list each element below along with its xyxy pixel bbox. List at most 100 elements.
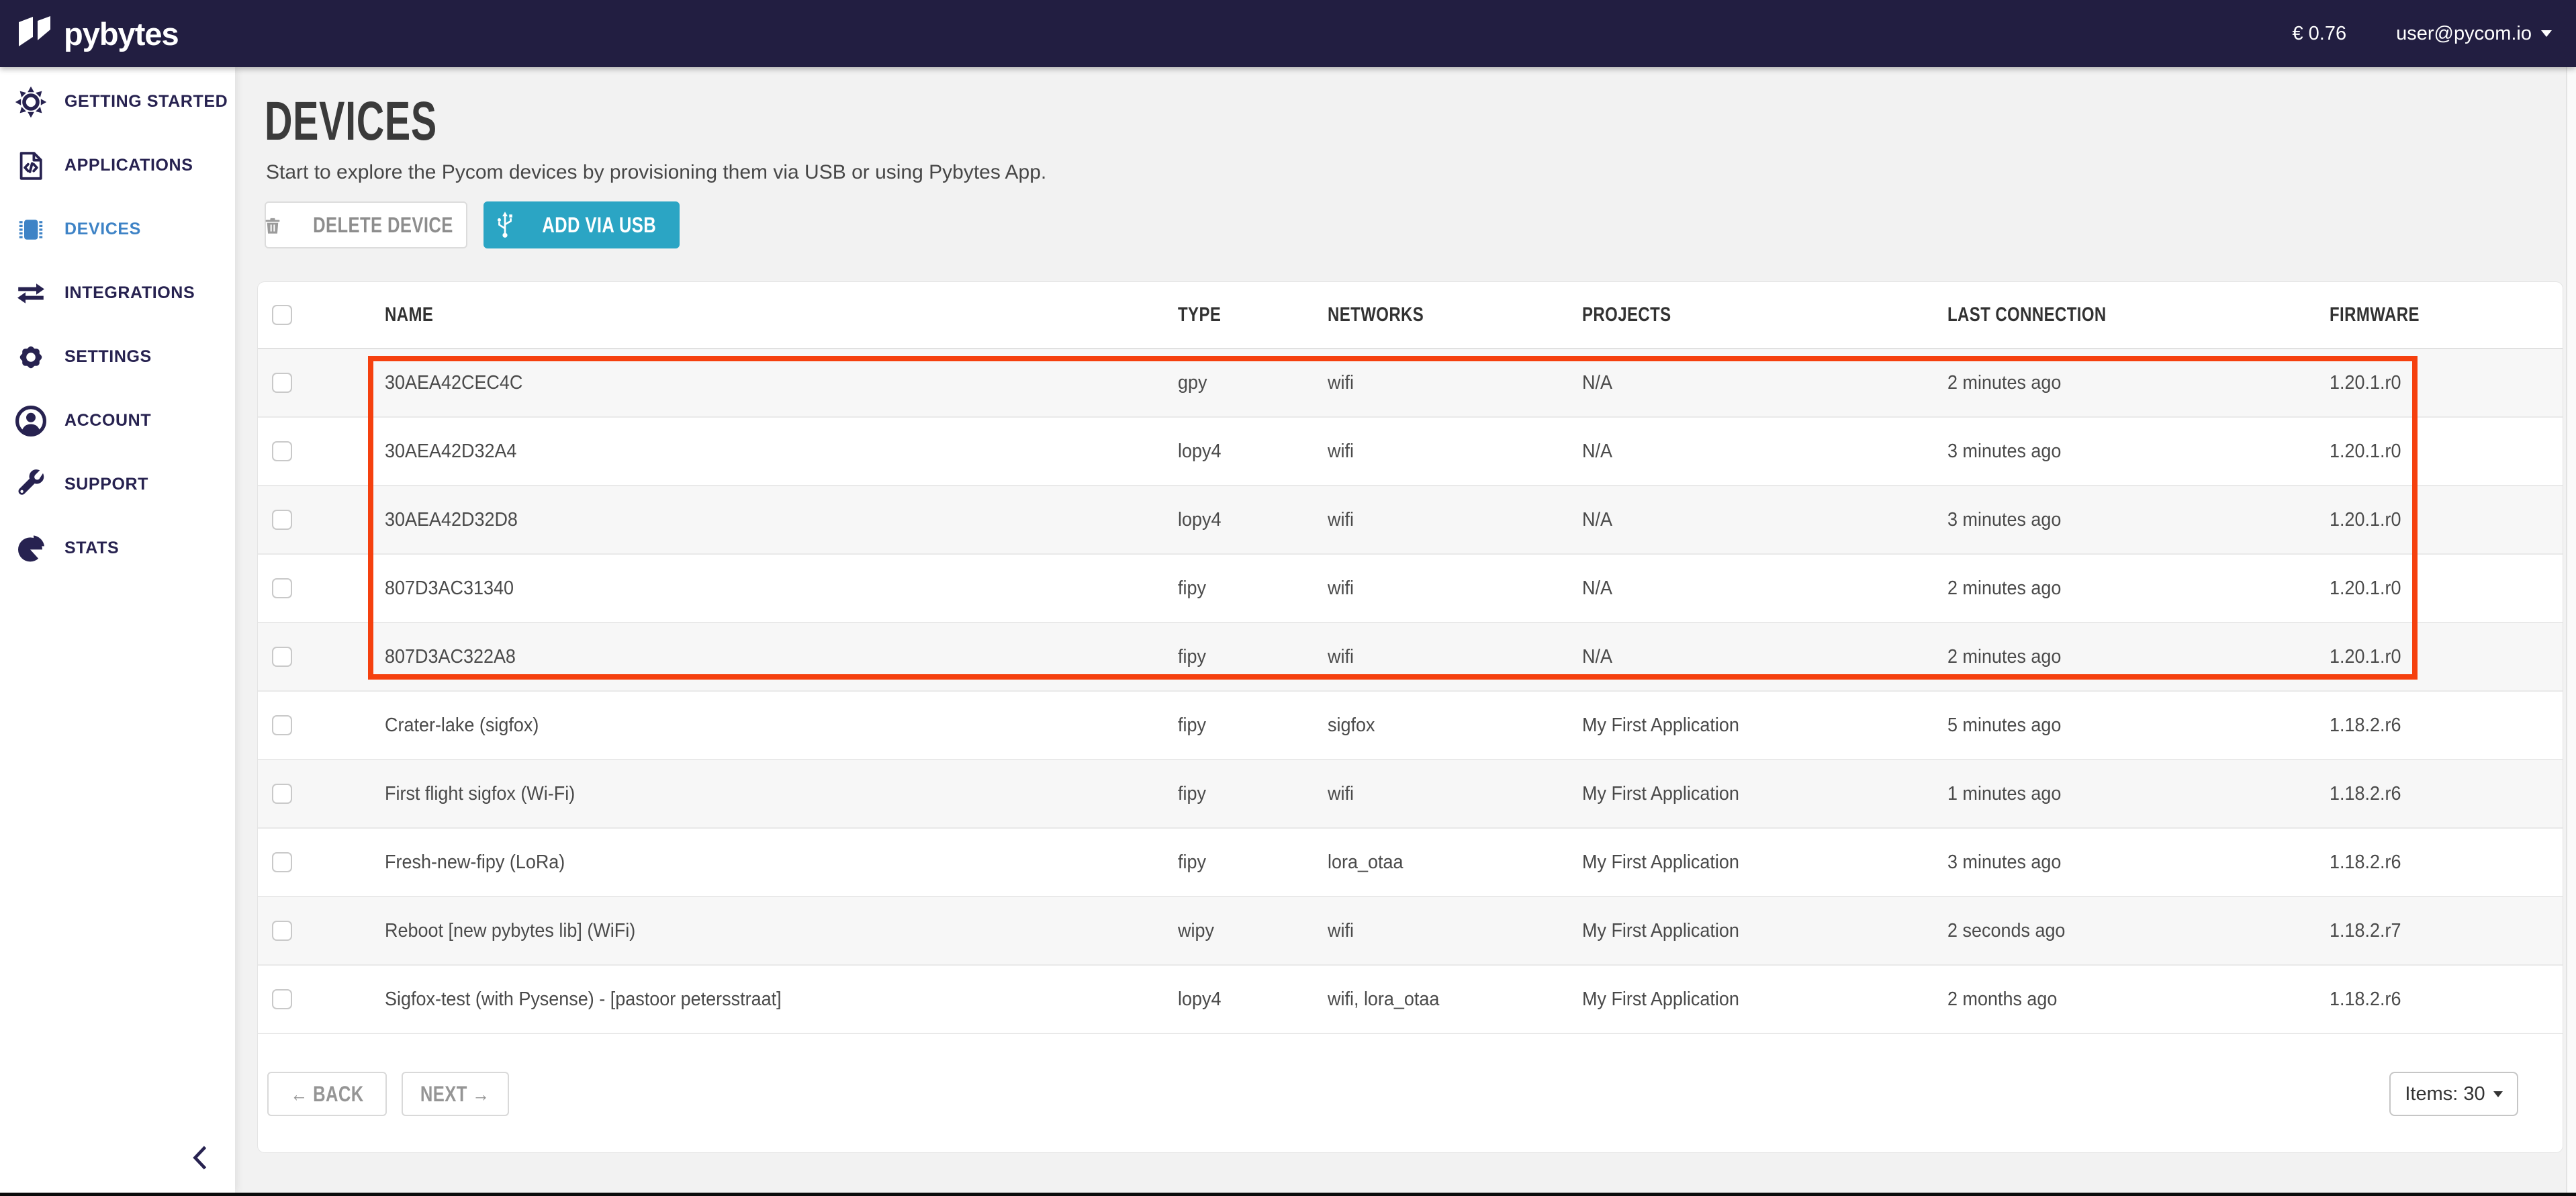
top-navbar: pybytes € 0.76 user@pycom.io	[0, 0, 2576, 67]
sidebar-item-devices[interactable]: DEVICES	[0, 197, 235, 261]
sidebar-item-label: INTEGRATIONS	[64, 283, 195, 303]
cell-last-connection: 3 minutes ago	[1947, 441, 2330, 463]
table-row[interactable]: Reboot [new pybytes lib] (WiFi)wipywifiM…	[258, 897, 2563, 966]
table-row[interactable]: 30AEA42CEC4CgpywifiN/A2 minutes ago1.20.…	[258, 349, 2563, 418]
caret-down-icon	[2493, 1091, 2503, 1097]
cell-networks: wifi	[1328, 578, 1582, 600]
table-row[interactable]: Fresh-new-fipy (LoRa)fipylora_otaaMy Fir…	[258, 829, 2563, 897]
pie-chart-icon	[15, 533, 47, 565]
column-header-name: NAME	[385, 304, 1178, 326]
row-checkbox[interactable]	[272, 647, 292, 667]
sidebar-nav: GETTING STARTEDAPPLICATIONSDEVICES INTEGR…	[0, 67, 235, 580]
row-checkbox[interactable]	[272, 578, 292, 598]
cell-last-connection: 3 minutes ago	[1947, 509, 2330, 531]
row-checkbox[interactable]	[272, 510, 292, 530]
row-checkbox[interactable]	[272, 921, 292, 941]
row-checkbox[interactable]	[272, 989, 292, 1009]
row-checkbox[interactable]	[272, 852, 292, 872]
select-all-checkbox[interactable]	[272, 305, 292, 325]
cell-type: lopy4	[1178, 509, 1328, 531]
sidebar-item-account[interactable]: ACCOUNT	[0, 389, 235, 453]
sidebar-item-getting-started[interactable]: GETTING STARTED	[0, 70, 235, 134]
cell-networks: wifi	[1328, 372, 1582, 394]
cell-last-connection: 2 seconds ago	[1947, 920, 2330, 942]
back-button[interactable]: ← BACK	[267, 1072, 387, 1116]
cell-name: Sigfox-test (with Pysense) - [pastoor pe…	[385, 988, 1178, 1011]
add-via-usb-button[interactable]: ADD VIA USB	[484, 201, 680, 248]
user-menu[interactable]: user@pycom.io	[2396, 23, 2552, 45]
code-file-icon	[15, 150, 47, 182]
chevron-down-icon	[2541, 30, 2552, 37]
row-checkbox-cell	[258, 715, 385, 735]
cell-name: Reboot [new pybytes lib] (WiFi)	[385, 920, 1178, 942]
cell-projects: My First Application	[1582, 715, 1947, 737]
cell-networks: sigfox	[1328, 715, 1582, 737]
row-checkbox[interactable]	[272, 784, 292, 804]
cell-last-connection: 2 minutes ago	[1947, 646, 2330, 668]
cell-networks: wifi	[1328, 646, 1582, 668]
table-row[interactable]: 807D3AC322A8fipywifiN/A2 minutes ago1.20…	[258, 623, 2563, 692]
cell-type: gpy	[1178, 372, 1328, 394]
cell-name: 30AEA42D32A4	[385, 441, 1178, 463]
cell-firmware: 1.20.1.r0	[2330, 372, 2563, 394]
cell-name: 807D3AC322A8	[385, 646, 1178, 668]
cell-last-connection: 1 minutes ago	[1947, 783, 2330, 805]
page-description: Start to explore the Pycom devices by pr…	[266, 161, 1046, 184]
logo-text: pybytes	[64, 15, 179, 52]
cell-projects: N/A	[1582, 372, 1947, 394]
wrench-icon	[15, 469, 47, 501]
cell-networks: wifi	[1328, 509, 1582, 531]
sidebar-item-support[interactable]: SUPPORT	[0, 453, 235, 516]
table-row[interactable]: 807D3AC31340fipywifiN/A2 minutes ago1.20…	[258, 555, 2563, 623]
sidebar-item-integrations[interactable]: INTEGRATIONS	[0, 261, 235, 325]
sidebar-collapse-button[interactable]	[185, 1143, 215, 1175]
devices-table-card: NAME TYPE NETWORKS PROJECTS LAST CONNECT…	[258, 282, 2563, 1152]
window-bottom-edge	[0, 1193, 2576, 1196]
gear-icon	[15, 341, 47, 373]
items-per-page-dropdown[interactable]: Items: 30	[2389, 1072, 2518, 1116]
pagination: ← BACK NEXT →	[267, 1072, 509, 1116]
row-checkbox-cell	[258, 510, 385, 530]
sidebar-item-label: SETTINGS	[64, 347, 152, 367]
scrollbar[interactable]	[2566, 67, 2576, 1193]
table-body: 30AEA42CEC4CgpywifiN/A2 minutes ago1.20.…	[258, 349, 2563, 1034]
next-button[interactable]: NEXT →	[402, 1072, 509, 1116]
sidebar-item-settings[interactable]: SETTINGS	[0, 325, 235, 389]
table-row[interactable]: 30AEA42D32D8lopy4wifiN/A3 minutes ago1.2…	[258, 486, 2563, 555]
cell-last-connection: 3 minutes ago	[1947, 852, 2330, 874]
cell-firmware: 1.18.2.r6	[2330, 852, 2563, 874]
cell-type: lopy4	[1178, 441, 1328, 463]
cell-firmware: 1.20.1.r0	[2330, 578, 2563, 600]
row-checkbox[interactable]	[272, 715, 292, 735]
page-title: DEVICES	[265, 90, 511, 153]
row-checkbox[interactable]	[272, 441, 292, 461]
table-row[interactable]: First flight sigfox (Wi-Fi)fipywifiMy Fi…	[258, 760, 2563, 829]
cell-firmware: 1.18.2.r6	[2330, 988, 2563, 1011]
sidebar-item-applications[interactable]: APPLICATIONS	[0, 134, 235, 197]
table-row[interactable]: Crater-lake (sigfox)fipysigfoxMy First A…	[258, 692, 2563, 760]
column-header-projects: PROJECTS	[1582, 304, 1947, 326]
cell-name: 30AEA42CEC4C	[385, 372, 1178, 394]
cell-type: fipy	[1178, 783, 1328, 805]
pycom-flags-icon	[17, 15, 55, 53]
table-row[interactable]: 30AEA42D32A4lopy4wifiN/A3 minutes ago1.2…	[258, 418, 2563, 486]
sidebar-item-stats[interactable]: STATS	[0, 516, 235, 580]
cell-projects: My First Application	[1582, 920, 1947, 942]
cell-projects: N/A	[1582, 578, 1947, 600]
column-header-firmware: FIRMWARE	[2330, 304, 2563, 326]
row-checkbox-cell	[258, 784, 385, 804]
row-checkbox[interactable]	[272, 373, 292, 393]
cell-projects: N/A	[1582, 646, 1947, 668]
delete-device-button[interactable]: DELETE DEVICE	[265, 201, 467, 248]
pybytes-logo[interactable]: pybytes	[17, 15, 179, 53]
table-row[interactable]: Sigfox-test (with Pysense) - [pastoor pe…	[258, 966, 2563, 1034]
cell-name: Fresh-new-fipy (LoRa)	[385, 852, 1178, 874]
cell-firmware: 1.20.1.r0	[2330, 509, 2563, 531]
cell-networks: wifi	[1328, 920, 1582, 942]
sun-icon	[15, 86, 47, 118]
account-balance: € 0.76	[2292, 23, 2346, 45]
sidebar: GETTING STARTEDAPPLICATIONSDEVICES INTEGR…	[0, 67, 235, 1193]
cell-type: fipy	[1178, 715, 1328, 737]
column-header-networks: NETWORKS	[1328, 304, 1582, 326]
chip-icon	[15, 214, 47, 246]
